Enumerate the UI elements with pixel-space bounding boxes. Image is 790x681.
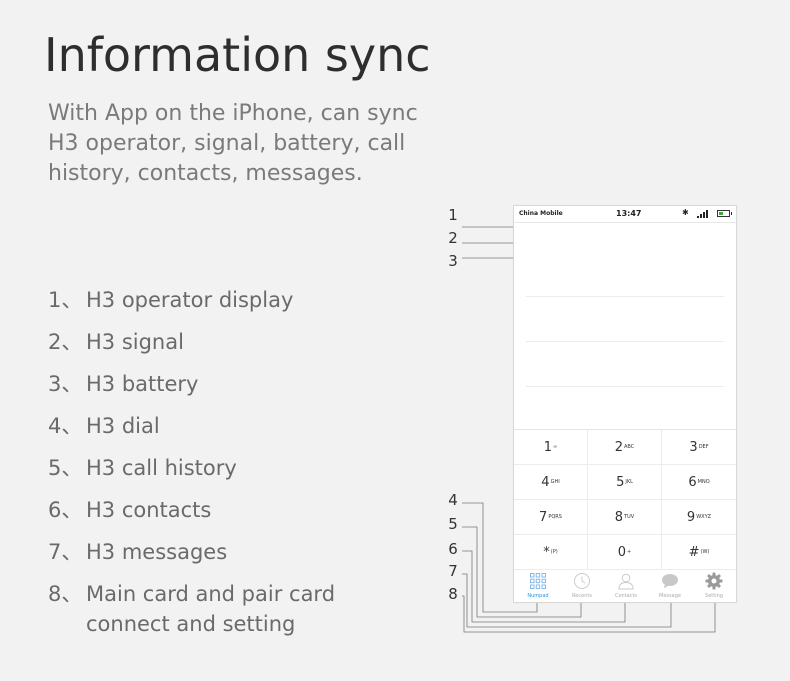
tab-contacts[interactable]: Contacts xyxy=(604,569,648,602)
tab-label: Recents xyxy=(572,593,592,599)
callout-6: 6 xyxy=(448,540,458,558)
numpad-grid-icon xyxy=(530,573,546,589)
tab-message[interactable]: Message xyxy=(648,569,692,602)
key-hash[interactable]: # (W) xyxy=(662,535,736,570)
tab-label: Numpad xyxy=(527,593,549,599)
chat-bubble-icon xyxy=(662,574,678,589)
tab-recents[interactable]: Recents xyxy=(560,569,604,602)
history-divider xyxy=(526,386,724,387)
key-2[interactable]: 2 ABC xyxy=(588,430,662,465)
bluetooth-icon: ✱ xyxy=(682,208,689,217)
signal-bars-icon xyxy=(697,210,711,218)
tab-setting[interactable]: Setting xyxy=(692,569,736,602)
callout-5: 5 xyxy=(448,515,458,533)
key-3[interactable]: 3 DEF xyxy=(662,430,736,465)
key-9[interactable]: 9 WXYZ xyxy=(662,500,736,535)
callout-1: 1 xyxy=(448,206,458,224)
phone-screen: China Mobile 13:47 ✱ 1 ∞ 2 ABC 3 DEF 4 GHI 5… xyxy=(513,205,737,603)
history-divider xyxy=(526,296,724,297)
tab-label: Setting xyxy=(705,593,723,599)
key-8[interactable]: 8 TUV xyxy=(588,500,662,535)
carrier-name: China Mobile xyxy=(519,210,563,217)
history-divider xyxy=(526,341,724,342)
tab-bar: Numpad Recents Contacts Message Setting xyxy=(514,569,736,602)
callout-4: 4 xyxy=(448,491,458,509)
callout-2: 2 xyxy=(448,229,458,247)
person-icon xyxy=(618,573,634,590)
clock-icon xyxy=(574,573,590,589)
tab-numpad[interactable]: Numpad xyxy=(516,569,560,602)
key-1[interactable]: 1 ∞ xyxy=(514,430,588,465)
callout-8: 8 xyxy=(448,585,458,603)
key-6[interactable]: 6 MNO xyxy=(662,465,736,500)
battery-icon xyxy=(717,210,732,217)
status-bar: China Mobile 13:47 ✱ xyxy=(514,206,736,222)
gear-icon xyxy=(705,572,723,590)
key-7[interactable]: 7 PQRS xyxy=(514,500,588,535)
callout-7: 7 xyxy=(448,562,458,580)
key-5[interactable]: 5 JKL xyxy=(588,465,662,500)
tab-label: Message xyxy=(659,593,681,599)
key-4[interactable]: 4 GHI xyxy=(514,465,588,500)
callout-3: 3 xyxy=(448,252,458,270)
tab-label: Contacts xyxy=(614,593,638,599)
status-time: 13:47 xyxy=(616,209,642,218)
key-0[interactable]: 0 + xyxy=(588,535,662,570)
dial-keypad: 1 ∞ 2 ABC 3 DEF 4 GHI 5 JKL 6 MNO 7 PQRS 8 TUV 9… xyxy=(514,429,736,570)
key-star[interactable]: * (P) xyxy=(514,535,588,570)
